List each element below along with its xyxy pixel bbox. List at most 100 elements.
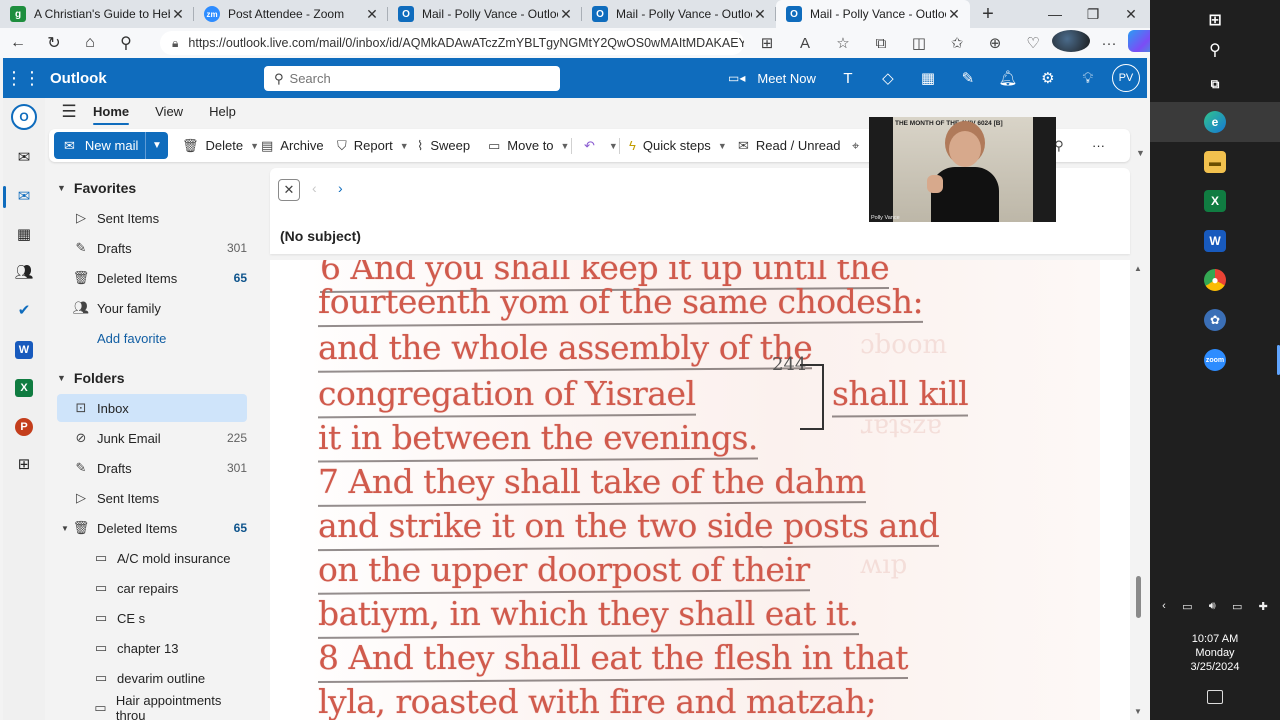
message-scrollbar[interactable]: ▲ ▼ <box>1133 262 1143 718</box>
subfolder-item[interactable]: ▭ car repairs <box>57 574 247 602</box>
taskbar-file-explorer[interactable]: ▬ <box>1150 142 1280 182</box>
chevron-down-icon[interactable]: ▼ <box>561 141 570 151</box>
minimize-icon[interactable]: — <box>1036 0 1074 28</box>
taskbar-chrome[interactable]: ● <box>1150 260 1280 300</box>
browser-tab-active[interactable]: O Mail - Polly Vance - Outlook ✕ <box>776 0 970 28</box>
close-tab-icon[interactable]: ✕ <box>170 6 186 23</box>
calendar-icon[interactable]: ▦ <box>3 225 45 243</box>
battery-icon[interactable]: ▭ <box>1182 600 1192 613</box>
taskbar-zoom[interactable]: zoom <box>1150 340 1280 380</box>
folders-header[interactable]: ▼ Folders <box>57 370 125 386</box>
teams-icon[interactable]: T <box>828 70 868 87</box>
chevron-left-icon[interactable]: ‹ <box>1162 600 1166 613</box>
my-day-icon[interactable]: ▦ <box>908 69 948 87</box>
chevron-down-icon[interactable]: ▼ <box>400 141 409 151</box>
scroll-down-icon[interactable]: ▼ <box>1134 707 1142 716</box>
browser-tab[interactable]: g A Christian's Guide to Hebrew F ✕ <box>0 0 194 28</box>
chevron-down-icon[interactable]: ▼ <box>250 141 259 151</box>
search-box[interactable]: ⚲ <box>264 66 560 91</box>
favorite-your-family[interactable]: 👥︎ Your family <box>57 294 247 322</box>
settings-gear-icon[interactable]: ⚙ <box>1028 69 1068 87</box>
read-unread-button[interactable]: ✉ Read / Unread <box>738 129 840 162</box>
favorite-sent-items[interactable]: ▷ Sent Items <box>57 204 247 232</box>
notifications-bell-icon[interactable]: 🔔︎ <box>988 69 1028 87</box>
close-tab-icon[interactable]: ✕ <box>558 6 574 23</box>
account-avatar[interactable]: PV <box>1111 64 1140 92</box>
browser-essentials-icon[interactable]: ♡ <box>1014 34 1052 52</box>
favorite-deleted-items[interactable]: 🗑︎ Deleted Items 65 <box>57 264 247 292</box>
back-arrow-icon[interactable]: ← <box>0 34 36 52</box>
app-tray-icon[interactable]: ✚ <box>1259 600 1268 613</box>
taskbar-clock[interactable]: 10:07 AM Monday 3/25/2024 <box>1150 632 1280 674</box>
volume-icon[interactable]: 🔊︎ <box>1209 600 1216 613</box>
archive-button[interactable]: ▤ Archive <box>261 129 324 162</box>
notification-center-icon[interactable] <box>1207 690 1223 704</box>
people-icon[interactable]: 👥︎ <box>3 263 45 281</box>
lock-icon[interactable]: 🔒︎ <box>172 36 178 51</box>
profile-icon[interactable] <box>1052 30 1090 56</box>
favorite-star-icon[interactable]: ☆ <box>824 34 862 52</box>
zoom-video-thumbnail[interactable]: THE MONTH OF THE AVIV 6024 [B] Polly Van… <box>869 117 1056 222</box>
home-icon[interactable]: ⌂ <box>72 34 108 52</box>
search-input[interactable] <box>289 71 530 86</box>
close-tab-icon[interactable]: ✕ <box>752 6 768 23</box>
close-tab-icon[interactable]: ✕ <box>364 6 380 23</box>
outlook-app-icon[interactable]: O <box>3 104 45 130</box>
folder-drafts[interactable]: ✎ Drafts 301 <box>57 454 247 482</box>
close-tab-icon[interactable]: ✕ <box>946 6 962 23</box>
mail-icon[interactable]: ✉ <box>3 187 45 205</box>
more-actions-button[interactable]: ··· <box>1092 129 1105 162</box>
folder-deleted-items[interactable]: ▼ 🗑︎ Deleted Items 65 <box>57 514 247 542</box>
previous-message-icon[interactable]: ‹ <box>312 180 317 196</box>
taskbar-edge[interactable]: e <box>1150 102 1280 142</box>
collections-icon[interactable]: ⊕ <box>976 34 1014 52</box>
folder-sent-items[interactable]: ▷ Sent Items <box>57 484 247 512</box>
chevron-down-icon[interactable]: ▼ <box>1136 148 1145 158</box>
new-mail-rail-icon[interactable]: ✉ <box>3 148 45 166</box>
add-favorite-link[interactable]: Add favorite <box>57 324 247 352</box>
excel-icon[interactable]: X <box>3 378 45 397</box>
subfolder-item[interactable]: ▭ chapter 13 <box>57 634 247 662</box>
app-launcher-icon[interactable]: ⋮⋮ <box>3 68 43 89</box>
word-icon[interactable]: W <box>3 340 45 359</box>
more-options-icon[interactable]: ··· <box>1090 35 1128 52</box>
chevron-down-icon[interactable]: ▼ <box>609 141 618 151</box>
task-view-button[interactable]: ⧉ <box>1150 64 1280 104</box>
favorites-icon[interactable]: ✩ <box>938 34 976 52</box>
taskbar-app[interactable]: ✿ <box>1150 300 1280 340</box>
todo-check-icon[interactable]: ✔ <box>3 301 45 319</box>
favorites-header[interactable]: ▼ Favorites <box>57 180 136 196</box>
network-icon[interactable]: ▭ <box>1232 600 1242 613</box>
read-aloud-icon[interactable]: A <box>786 35 824 52</box>
notes-icon[interactable]: ✎ <box>948 69 988 87</box>
search-icon[interactable]: ⚲ <box>108 33 144 53</box>
apps-icon[interactable]: ⊞ <box>748 34 786 52</box>
meet-now-button[interactable]: ▭◂ Meet Now <box>728 71 816 86</box>
next-message-icon[interactable]: › <box>338 180 343 196</box>
new-tab-button[interactable]: + <box>970 0 1006 28</box>
taskbar-word[interactable]: W <box>1150 221 1280 261</box>
pin-button[interactable]: ⚲ <box>1054 129 1071 162</box>
move-to-button[interactable]: ▭ Move to ▼ <box>488 129 569 162</box>
scrollbar-thumb[interactable] <box>1136 576 1141 618</box>
hamburger-menu-icon[interactable]: ☰ <box>45 102 93 122</box>
chevron-down-icon[interactable]: ▼ <box>61 524 69 533</box>
quick-steps-button[interactable]: ϟ Quick steps ▼ <box>629 129 727 162</box>
chevron-down-icon[interactable]: ▼ <box>718 141 727 151</box>
scroll-up-icon[interactable]: ▲ <box>1134 264 1142 273</box>
extensions-icon[interactable]: ⧉ <box>862 35 900 52</box>
tag-button[interactable]: ⌖ <box>852 129 866 162</box>
browser-tab[interactable]: O Mail - Polly Vance - Outlook ✕ <box>582 0 776 28</box>
sweep-button[interactable]: ⌇ Sweep <box>417 129 470 162</box>
close-message-button[interactable]: ✕ <box>278 179 300 201</box>
more-apps-icon[interactable]: ⊞ <box>3 455 45 473</box>
browser-tab[interactable]: O Mail - Polly Vance - Outlook ✕ <box>388 0 582 28</box>
folder-inbox[interactable]: ⊡ Inbox <box>57 394 247 422</box>
report-button[interactable]: ⛉ Report ▼ <box>337 129 409 162</box>
subfolder-item[interactable]: ▭ CE s <box>57 604 247 632</box>
restore-icon[interactable]: ❐ <box>1074 0 1112 28</box>
tab-view[interactable]: View <box>155 98 183 126</box>
premium-diamond-icon[interactable]: ◇ <box>868 69 908 87</box>
url-field[interactable]: 🔒︎ https://outlook.live.com/mail/0/inbox… <box>160 31 744 55</box>
browser-tab[interactable]: zm Post Attendee - Zoom ✕ <box>194 0 388 28</box>
